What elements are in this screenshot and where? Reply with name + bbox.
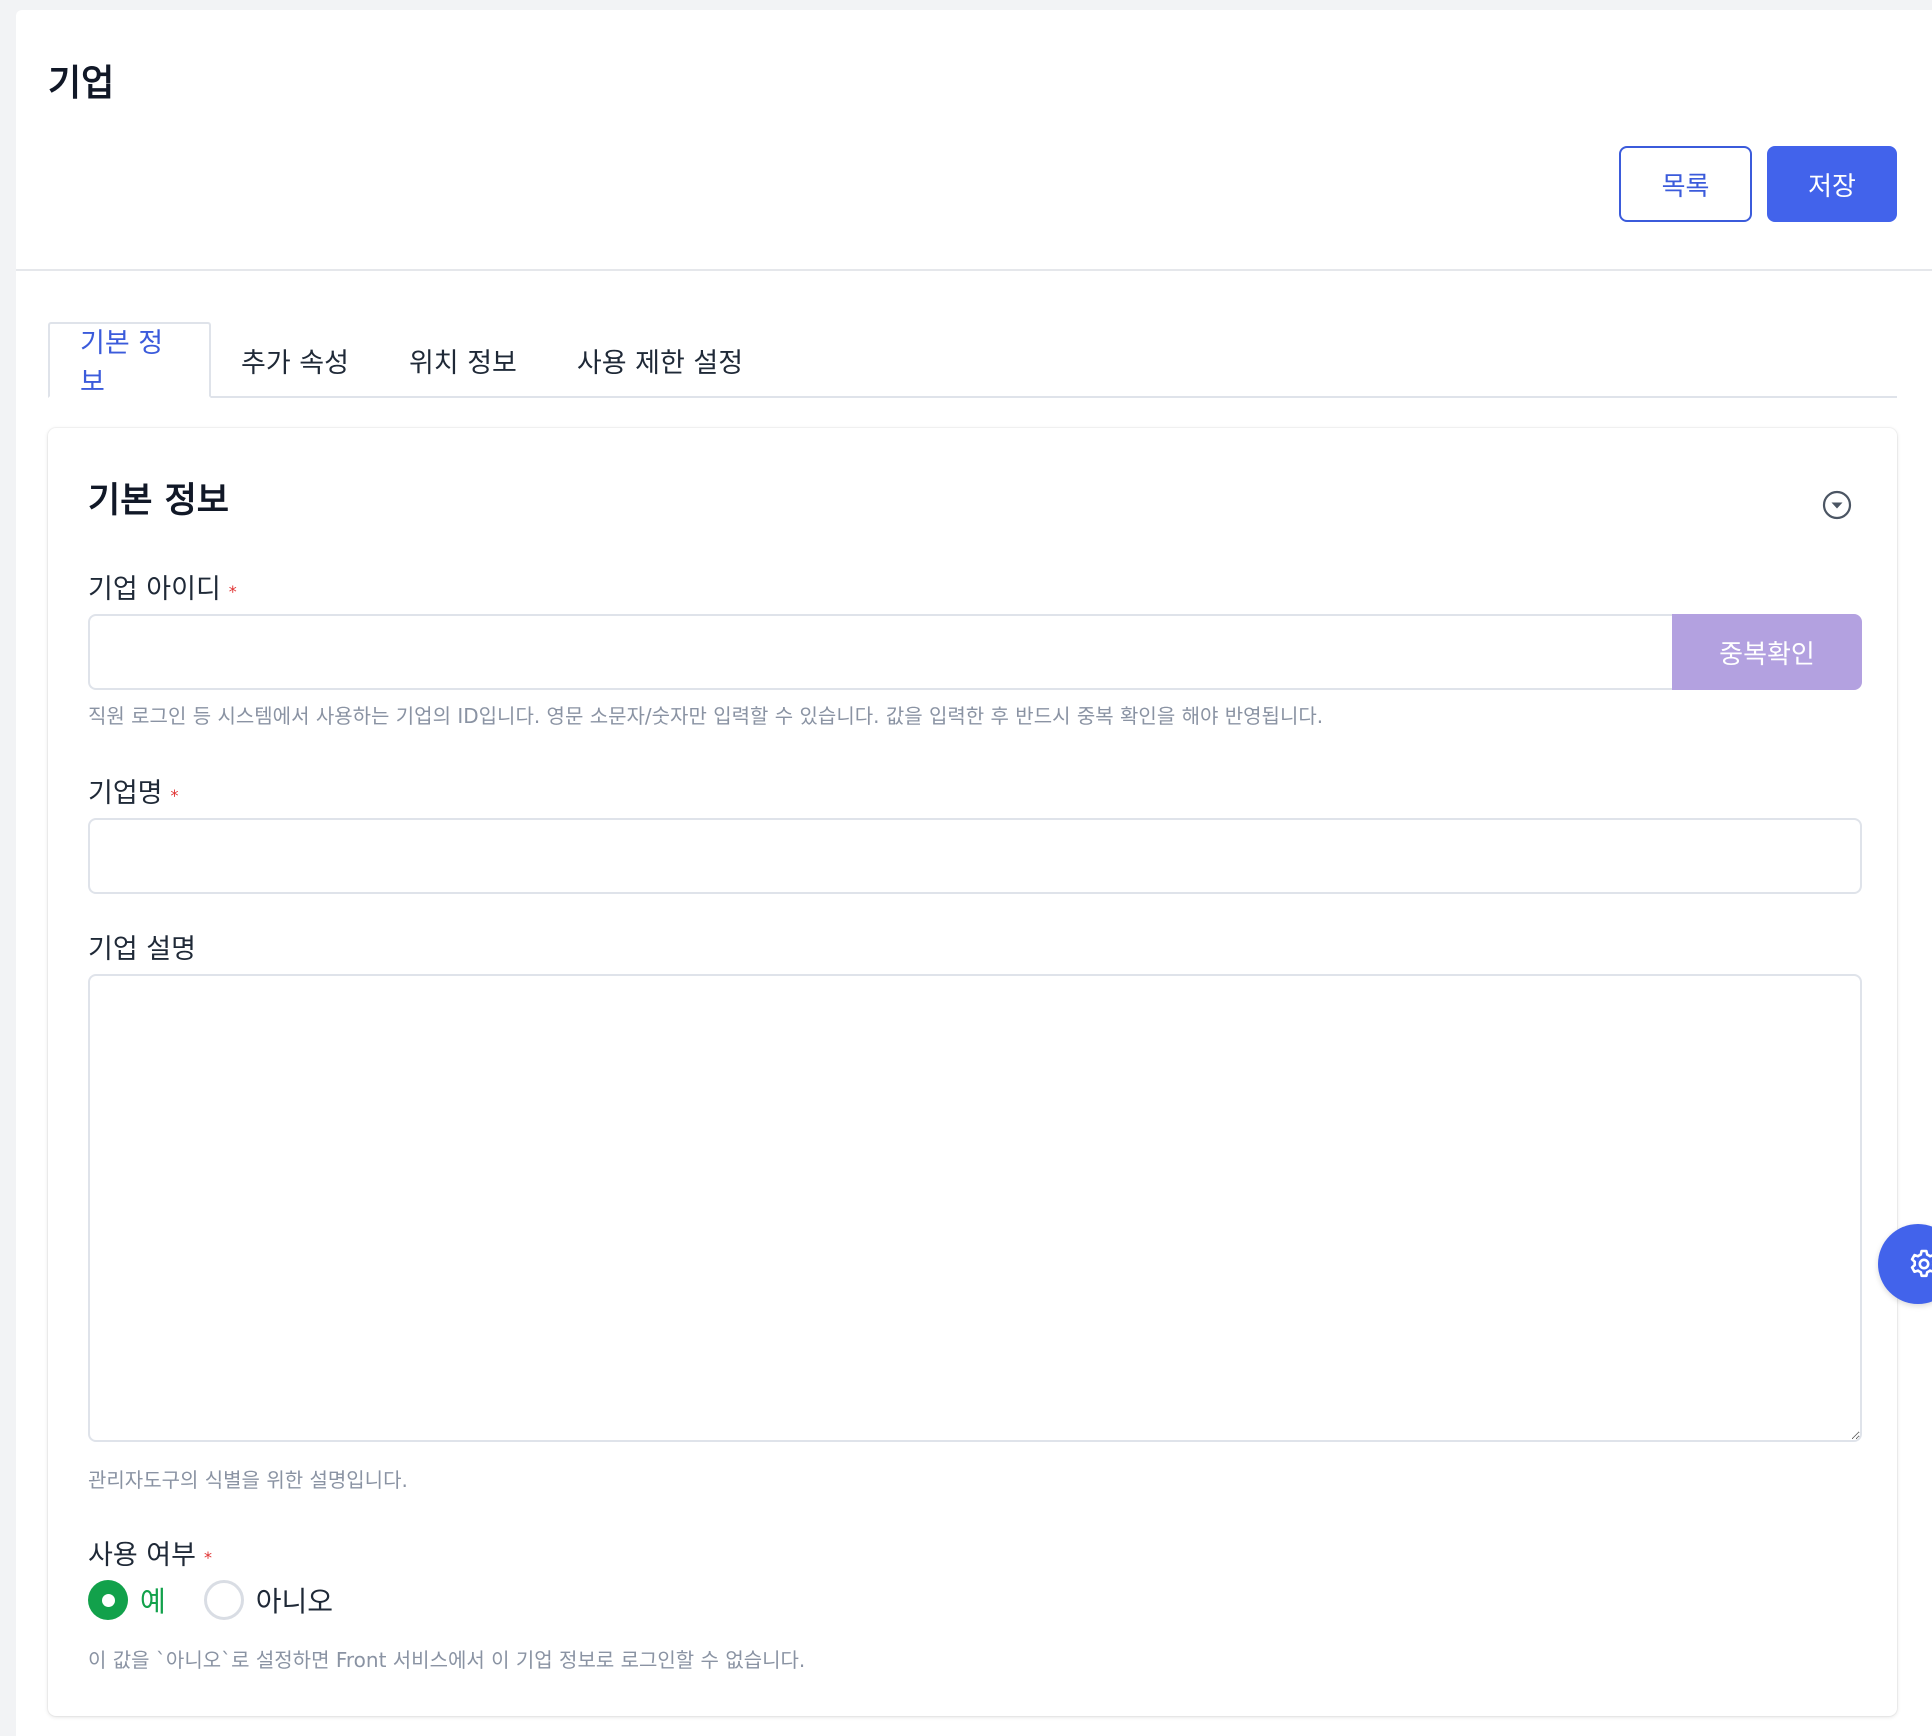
save-button[interactable]: 저장	[1767, 146, 1897, 222]
card-title: 기본 정보	[88, 481, 229, 521]
company-id-label: 기업 아이디 *	[88, 576, 237, 603]
gear-icon	[1910, 1249, 1932, 1278]
company-id-input[interactable]	[88, 614, 1672, 690]
duplicate-check-button[interactable]: 중복확인	[1672, 614, 1862, 690]
page-container: 기업 목록 저장 기본 정보 추가 속성 위치 정보 사용 제한 설정 기본 정…	[16, 10, 1932, 1736]
description-help: 관리자도구의 식별을 위한 설명입니다.	[88, 1468, 408, 1492]
usage-radio-group: 예 아니오	[88, 1578, 333, 1622]
usage-no-radio[interactable]	[203, 1580, 244, 1620]
tab-basic-info[interactable]: 기본 정보	[48, 322, 211, 398]
company-id-help: 직원 로그인 등 시스템에서 사용하는 기업의 ID입니다. 영문 소문자/숫자…	[88, 704, 1324, 728]
tab-bar: 기본 정보 추가 속성 위치 정보 사용 제한 설정	[48, 320, 1897, 398]
description-label: 기업 설명	[88, 936, 196, 963]
usage-label: 사용 여부 *	[88, 1542, 212, 1569]
description-textarea[interactable]	[88, 974, 1862, 1442]
tab-location-info[interactable]: 위치 정보	[379, 322, 547, 398]
company-id-label-text: 기업 아이디	[88, 574, 221, 605]
page-title: 기업	[48, 63, 115, 104]
tab-usage-restriction[interactable]: 사용 제한 설정	[547, 322, 773, 398]
usage-no-label[interactable]: 아니오	[256, 1580, 333, 1620]
usage-yes-label[interactable]: 예	[140, 1580, 166, 1620]
radio-dot	[101, 1593, 115, 1607]
header-divider	[16, 269, 1932, 271]
company-name-label-text: 기업명	[88, 778, 163, 809]
company-name-label: 기업명 *	[88, 780, 179, 807]
required-mark: *	[170, 785, 179, 805]
description-label-text: 기업 설명	[88, 934, 196, 965]
usage-help: 이 값을 `아니오`로 설정하면 Front 서비스에서 이 기업 정보로 로그…	[88, 1648, 806, 1672]
required-mark: *	[228, 581, 237, 601]
company-name-input[interactable]	[88, 818, 1862, 894]
usage-label-text: 사용 여부	[88, 1540, 196, 1571]
chevron-down-circle-icon[interactable]	[1822, 490, 1852, 520]
tab-additional-attributes[interactable]: 추가 속성	[211, 322, 379, 398]
required-mark: *	[203, 1547, 212, 1567]
list-button[interactable]: 목록	[1619, 146, 1752, 222]
usage-yes-radio[interactable]	[88, 1580, 128, 1620]
basic-info-card: 기본 정보 기업 아이디 * 중복확인 직원 로그인 등 시스템에서 사용하는 …	[48, 428, 1897, 1716]
